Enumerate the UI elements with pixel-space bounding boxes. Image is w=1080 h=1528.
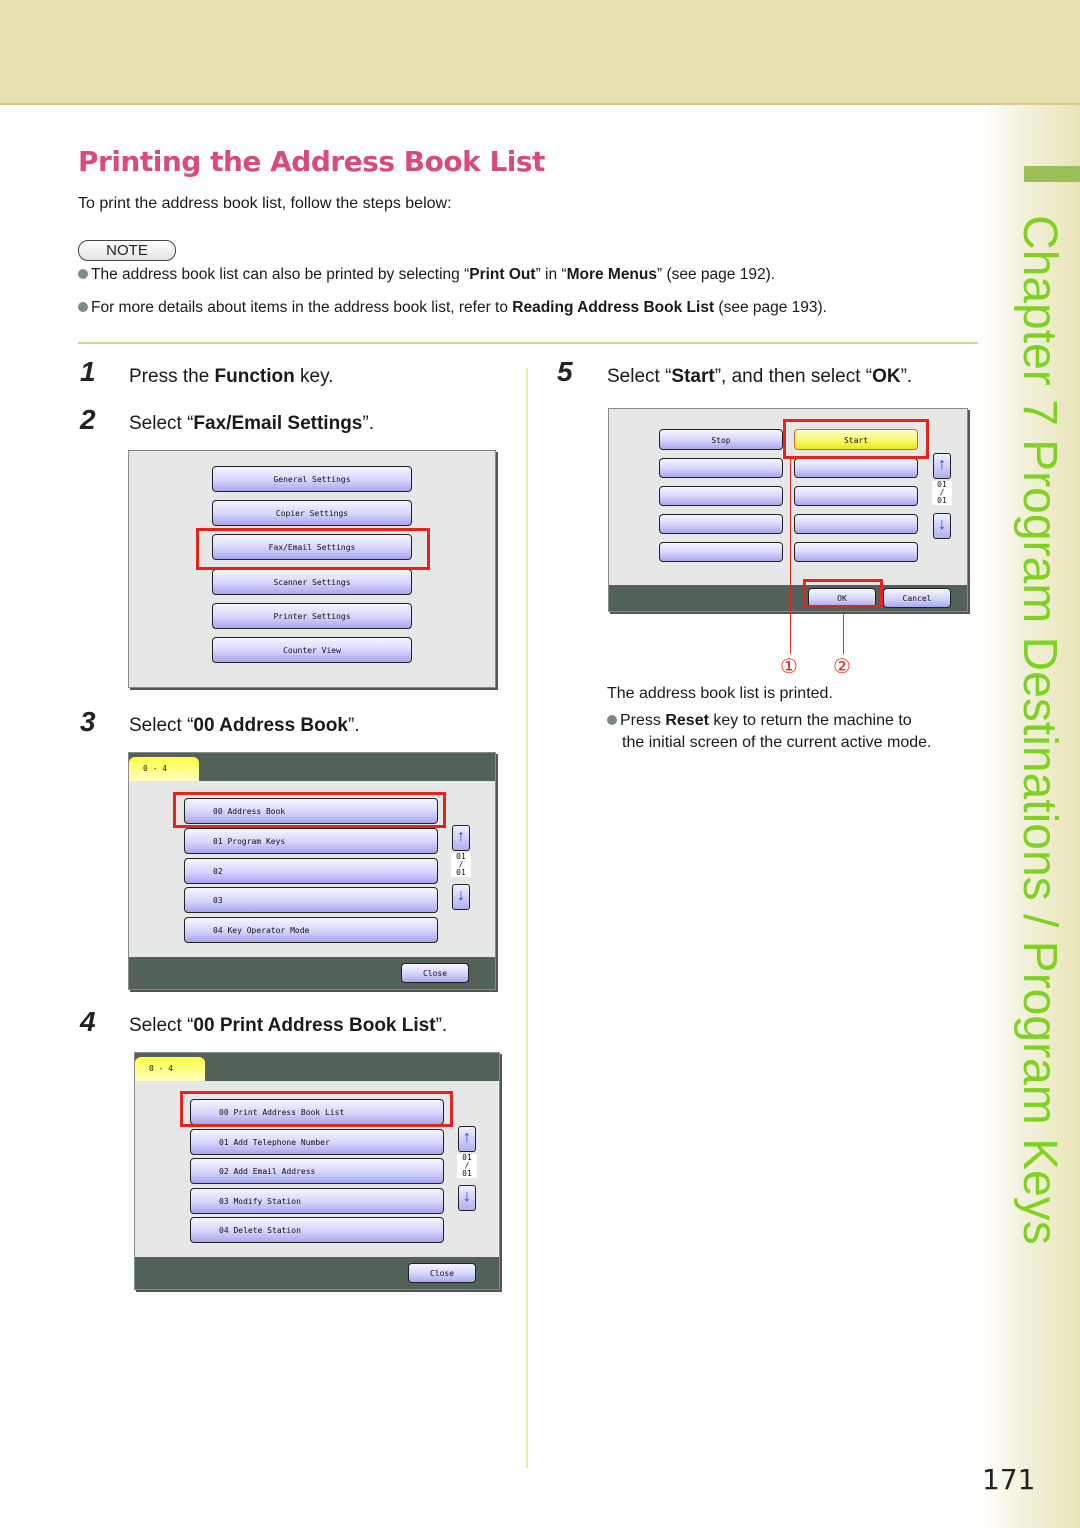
close-button[interactable]: Close — [401, 963, 469, 983]
result-bullet-cont: the initial screen of the current active… — [622, 734, 932, 751]
page-indicator: 01/01 — [457, 1154, 477, 1178]
delete-station-button[interactable]: 04 Delete Station — [190, 1217, 444, 1243]
footer-bar: Close — [135, 1257, 499, 1289]
highlight-box — [180, 1091, 453, 1127]
column-divider — [526, 368, 528, 1468]
result-bullet: Press Reset key to return the machine to — [607, 712, 912, 730]
close-button[interactable]: Close — [408, 1263, 476, 1283]
empty-button[interactable] — [659, 514, 783, 534]
note-item: For more details about items in the addr… — [78, 299, 827, 317]
callout-1: ① — [780, 656, 798, 678]
page-indicator: 01/01 — [451, 853, 471, 877]
scroll-up-arrow-icon[interactable]: ↑ — [933, 453, 951, 479]
empty-button[interactable] — [794, 514, 918, 534]
step-number: 2 — [80, 404, 96, 435]
add-email-address-button[interactable]: 02 Add Email Address — [190, 1158, 444, 1184]
empty-button[interactable] — [794, 486, 918, 506]
result-text: The address book list is printed. — [607, 685, 833, 702]
callout-leader — [843, 607, 844, 654]
scroll-down-arrow-icon[interactable]: ↓ — [452, 884, 470, 910]
intro-text: To print the address book list, follow t… — [78, 195, 452, 212]
general-settings-button[interactable]: General Settings — [212, 466, 412, 492]
note-label: NOTE — [78, 240, 176, 261]
step-text: Select “Fax/Email Settings”. — [129, 413, 374, 434]
scanner-settings-button[interactable]: Scanner Settings — [212, 569, 412, 595]
counter-view-button[interactable]: Counter View — [212, 637, 412, 663]
bullet-icon — [607, 715, 617, 725]
page-indicator: 01/01 — [932, 481, 952, 505]
step-number: 4 — [80, 1006, 96, 1037]
modify-station-button[interactable]: 03 Modify Station — [190, 1188, 444, 1214]
tab-range[interactable]: 0 - 4 — [129, 757, 199, 781]
step-text: Select “Start”, and then select “OK”. — [607, 366, 913, 387]
scroll-up-arrow-icon[interactable]: ↑ — [458, 1126, 476, 1152]
scroll-down-arrow-icon[interactable]: ↓ — [933, 513, 951, 539]
step-text: Select “00 Print Address Book List”. — [129, 1015, 448, 1036]
step-number: 1 — [80, 356, 96, 387]
empty-button[interactable] — [659, 458, 783, 478]
address-book-screen: 0 - 4 00 Print Address Book List 01 Add … — [134, 1052, 500, 1290]
bullet-icon — [78, 269, 88, 279]
highlight-box — [803, 579, 883, 608]
stop-button[interactable]: Stop — [659, 429, 783, 450]
step-number: 3 — [80, 706, 96, 737]
tab-bar: 0 - 4 — [129, 753, 495, 781]
program-keys-button[interactable]: 01 Program Keys — [184, 828, 438, 854]
divider — [78, 342, 978, 344]
step-text: Press the Function key. — [129, 366, 334, 387]
function-screen: General Settings Copier Settings Fax/Ema… — [128, 450, 496, 688]
menu-item-02-button[interactable]: 02 — [184, 858, 438, 884]
menu-item-03-button[interactable]: 03 — [184, 887, 438, 913]
empty-button[interactable] — [659, 542, 783, 562]
highlight-box — [173, 792, 446, 828]
key-operator-mode-button[interactable]: 04 Key Operator Mode — [184, 917, 438, 943]
callout-2: ② — [833, 656, 851, 678]
scroll-down-arrow-icon[interactable]: ↓ — [458, 1185, 476, 1211]
start-screen: Stop Start ↑ 01/01 ↓ OK Cancel — [608, 408, 968, 612]
step-number: 5 — [557, 356, 573, 387]
step-text: Select “00 Address Book”. — [129, 715, 360, 736]
empty-button[interactable] — [659, 486, 783, 506]
tab-range[interactable]: 0 - 4 — [135, 1057, 205, 1081]
page-number: 171 — [982, 1463, 1036, 1496]
scroll-up-arrow-icon[interactable]: ↑ — [452, 825, 470, 851]
printer-settings-button[interactable]: Printer Settings — [212, 603, 412, 629]
note-item: The address book list can also be printe… — [78, 266, 775, 284]
tab-bar: 0 - 4 — [135, 1053, 499, 1081]
empty-button[interactable] — [794, 458, 918, 478]
chapter-marker — [1024, 166, 1080, 182]
add-telephone-number-button[interactable]: 01 Add Telephone Number — [190, 1129, 444, 1155]
header-band — [0, 0, 1080, 105]
callout-leader — [790, 458, 791, 654]
highlight-box — [783, 419, 929, 459]
copier-settings-button[interactable]: Copier Settings — [212, 500, 412, 526]
empty-button[interactable] — [794, 542, 918, 562]
cancel-button[interactable]: Cancel — [883, 588, 951, 608]
chapter-label: Chapter 7 Program Destinations / Program… — [1013, 215, 1066, 1245]
fax-settings-screen: 0 - 4 00 Address Book 01 Program Keys 02… — [128, 752, 496, 990]
bullet-icon — [78, 302, 88, 312]
footer-bar: Close — [129, 957, 495, 989]
footer-bar: OK Cancel — [609, 585, 967, 611]
highlight-box — [196, 528, 430, 570]
section-title: Printing the Address Book List — [78, 145, 545, 178]
